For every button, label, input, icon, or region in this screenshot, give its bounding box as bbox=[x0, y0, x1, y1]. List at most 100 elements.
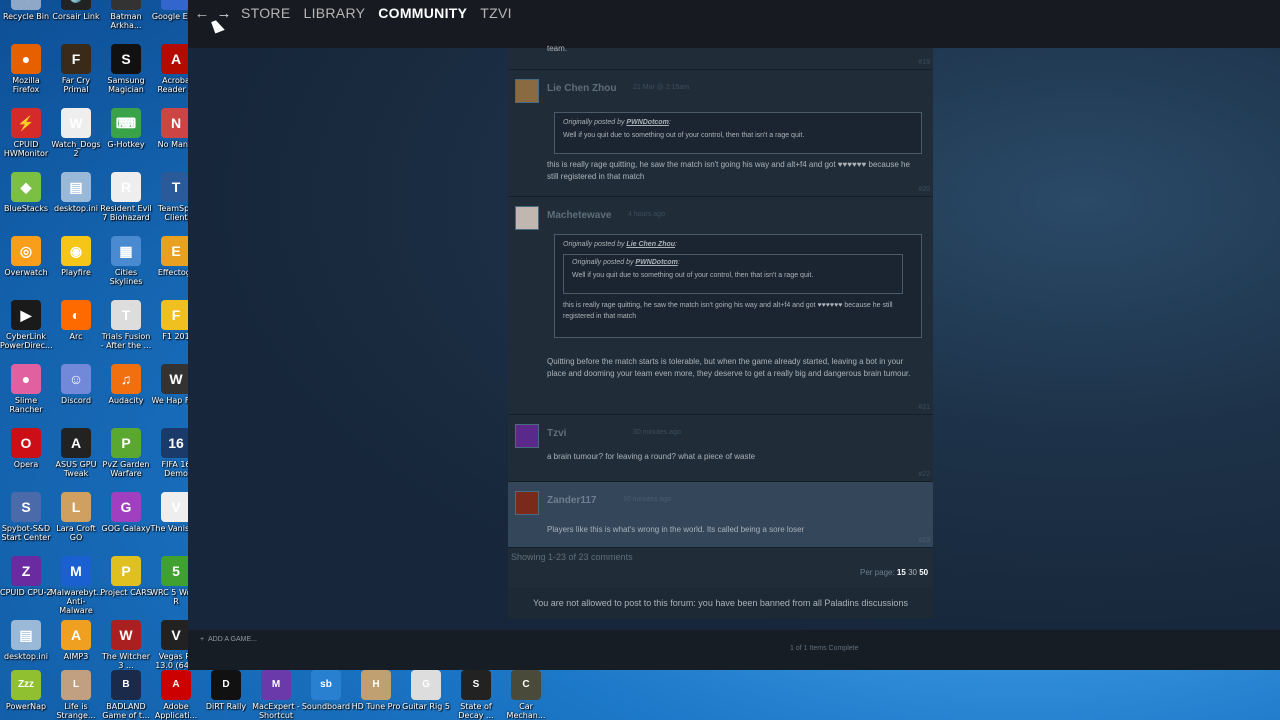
desktop-shortcut[interactable]: ⚓ Corsair Link bbox=[50, 0, 102, 44]
aimp-icon: A bbox=[61, 620, 91, 650]
steam-titlebar: ← → STORE LIBRARY COMMUNITY TZVI bbox=[188, 0, 1280, 48]
add-game-button[interactable]: + ADD A GAME... bbox=[200, 636, 257, 643]
desktop-shortcut[interactable]: ☺ Discord bbox=[50, 364, 102, 428]
post-author[interactable]: Lie Chen Zhou bbox=[547, 83, 616, 94]
desktop-shortcut[interactable]: ◎ Overwatch bbox=[0, 236, 52, 300]
taskbar bbox=[0, 670, 1280, 720]
witcher-icon: W bbox=[111, 620, 141, 650]
shortcut-label: Corsair Link bbox=[52, 12, 100, 21]
shortcut-label: desktop.ini bbox=[4, 652, 48, 661]
desktop-shortcut[interactable]: ● Slime Rancher bbox=[0, 364, 52, 428]
firefox-icon: ● bbox=[11, 44, 41, 74]
batman-icon: B bbox=[111, 0, 141, 10]
per-page-option[interactable]: 50 bbox=[919, 568, 928, 577]
quote-author-link[interactable]: PWNDotcom bbox=[626, 119, 668, 126]
quote-header: Originally posted by PWNDotcom: bbox=[572, 259, 680, 266]
forum-post: team. #19 bbox=[508, 44, 933, 70]
menu-library[interactable]: LIBRARY bbox=[303, 5, 365, 21]
desktop-shortcut[interactable]: Z CPUID CPU-Z bbox=[0, 556, 52, 620]
desktop-shortcut[interactable]: P Project CARS bbox=[100, 556, 152, 620]
vanishing-icon: V bbox=[161, 492, 191, 522]
shortcut-label: G-Hotkey bbox=[107, 140, 145, 149]
desktop-shortcut[interactable]: L Lara Croft GO bbox=[50, 492, 102, 556]
forum-post: Machetewave 4 hours ago Originally poste… bbox=[508, 197, 933, 415]
playfire-icon: ◉ bbox=[61, 236, 91, 266]
desktop-shortcut[interactable]: ▤ desktop.ini bbox=[50, 172, 102, 236]
quote-author-link[interactable]: Lie Chen Zhou bbox=[626, 241, 675, 248]
desktop-shortcut[interactable]: P PvZ Garden Warfare bbox=[100, 428, 152, 492]
forum-post: Tzvi 30 minutes ago a brain tumour? for … bbox=[508, 415, 933, 482]
avatar[interactable] bbox=[515, 491, 539, 515]
desktop-shortcut[interactable]: W Watch_Dogs 2 bbox=[50, 108, 102, 172]
post-timestamp: 4 hours ago bbox=[628, 211, 665, 218]
post-number: #21 bbox=[918, 404, 930, 411]
overwatch-icon: ◎ bbox=[11, 236, 41, 266]
corsair-icon: ⚓ bbox=[61, 0, 91, 10]
desktop-shortcut[interactable]: ◐ Arc bbox=[50, 300, 102, 364]
desktop-shortcut[interactable]: B Batman Arkha... bbox=[100, 0, 152, 44]
arc-icon: ◐ bbox=[61, 300, 91, 330]
menu-profile-tzvi[interactable]: TZVI bbox=[480, 5, 512, 21]
forum-thread: team. #19 Lie Chen Zhou 21 Mar @ 2:15am … bbox=[508, 44, 933, 618]
menu-store[interactable]: STORE bbox=[241, 5, 290, 21]
avatar[interactable] bbox=[515, 424, 539, 448]
desktop-shortcut[interactable]: S Samsung Magician bbox=[100, 44, 152, 108]
quote-author-link[interactable]: PWNDotcom bbox=[635, 259, 677, 266]
desktop-shortcut[interactable]: O Opera bbox=[0, 428, 52, 492]
hwmonitor-icon: ⚡ bbox=[11, 108, 41, 138]
desktop-shortcut[interactable]: M Malwarebyt... Anti-Malware bbox=[50, 556, 104, 620]
desktop-shortcut[interactable]: F Far Cry Primal bbox=[50, 44, 102, 108]
avatar[interactable] bbox=[515, 79, 539, 103]
post-author[interactable]: Zander117 bbox=[547, 495, 596, 506]
desktop-shortcut[interactable]: ♻ Recycle Bin bbox=[0, 0, 52, 44]
desktop-shortcut[interactable]: S Spybot-S&D Start Center bbox=[0, 492, 52, 556]
discord-icon: ☺ bbox=[61, 364, 91, 394]
quote-text: this is really rage quitting, he saw the… bbox=[563, 302, 893, 320]
desktop-shortcut[interactable]: G GOG Galaxy bbox=[100, 492, 152, 556]
f1-icon: F bbox=[161, 300, 191, 330]
desktop-shortcut[interactable]: ▶ CyberLink PowerDirec... bbox=[0, 300, 53, 364]
cities-icon: ▦ bbox=[111, 236, 141, 266]
post-number: #23 bbox=[918, 537, 930, 544]
post-number: #22 bbox=[918, 471, 930, 478]
shortcut-label: CPUID HWMonitor bbox=[3, 140, 49, 158]
laracroft-icon: L bbox=[61, 492, 91, 522]
post-body: this is really rage quitting, he saw the… bbox=[547, 160, 910, 181]
recycle-bin-icon: ♻ bbox=[11, 0, 41, 10]
menu-community[interactable]: COMMUNITY bbox=[378, 5, 467, 21]
effecto-icon: E bbox=[161, 236, 191, 266]
slime-icon: ● bbox=[11, 364, 41, 394]
post-timestamp: 21 Mar @ 2:15am bbox=[633, 84, 690, 91]
download-status[interactable]: 1 of 1 Items Complete bbox=[790, 645, 858, 652]
shortcut-label: AIMP3 bbox=[63, 652, 89, 661]
desktop-shortcut[interactable]: A ASUS GPU Tweak bbox=[50, 428, 102, 492]
desktop-shortcut[interactable]: R Resident Evil 7 Biohazard bbox=[100, 172, 152, 236]
shortcut-label: Playfire bbox=[61, 268, 91, 277]
desktop-shortcut[interactable]: ● Mozilla Firefox bbox=[0, 44, 52, 108]
keyboard-icon: ⌨ bbox=[111, 108, 141, 138]
back-arrow-icon[interactable]: ← bbox=[192, 6, 212, 22]
post-timestamp: 10 minutes ago bbox=[623, 496, 671, 503]
per-page-option[interactable]: 15 bbox=[897, 568, 906, 577]
desktop-shortcut[interactable]: ◉ Playfire bbox=[50, 236, 102, 300]
desktop-shortcut[interactable]: ♫ Audacity bbox=[100, 364, 152, 428]
post-author[interactable]: Tzvi bbox=[547, 428, 566, 439]
cyberlink-icon: ▶ bbox=[11, 300, 41, 330]
plus-icon: + bbox=[200, 636, 208, 643]
shortcut-label: Discord bbox=[60, 396, 92, 405]
per-page-option[interactable]: 30 bbox=[908, 568, 917, 577]
avatar[interactable] bbox=[515, 206, 539, 230]
desktop-shortcut[interactable]: T Trials Fusion - After the ... bbox=[100, 300, 152, 364]
shortcut-label: Watch_Dogs 2 bbox=[51, 140, 101, 158]
desktop-shortcut[interactable]: ⌨ G-Hotkey bbox=[100, 108, 152, 172]
projectcars-icon: P bbox=[111, 556, 141, 586]
desktop-shortcut[interactable]: ◆ BlueStacks bbox=[0, 172, 52, 236]
desktop-shortcut[interactable]: ⚡ CPUID HWMonitor bbox=[0, 108, 52, 172]
desktop-shortcut[interactable]: ▦ Cities Skylines bbox=[100, 236, 152, 300]
cpuz-icon: Z bbox=[11, 556, 41, 586]
post-author[interactable]: Machetewave bbox=[547, 210, 611, 221]
bluestacks-icon: ◆ bbox=[11, 172, 41, 202]
post-timestamp: 30 minutes ago bbox=[633, 429, 681, 436]
acrobat-icon: A bbox=[161, 44, 191, 74]
quote-text: Well if you quit due to something out of… bbox=[563, 132, 805, 139]
